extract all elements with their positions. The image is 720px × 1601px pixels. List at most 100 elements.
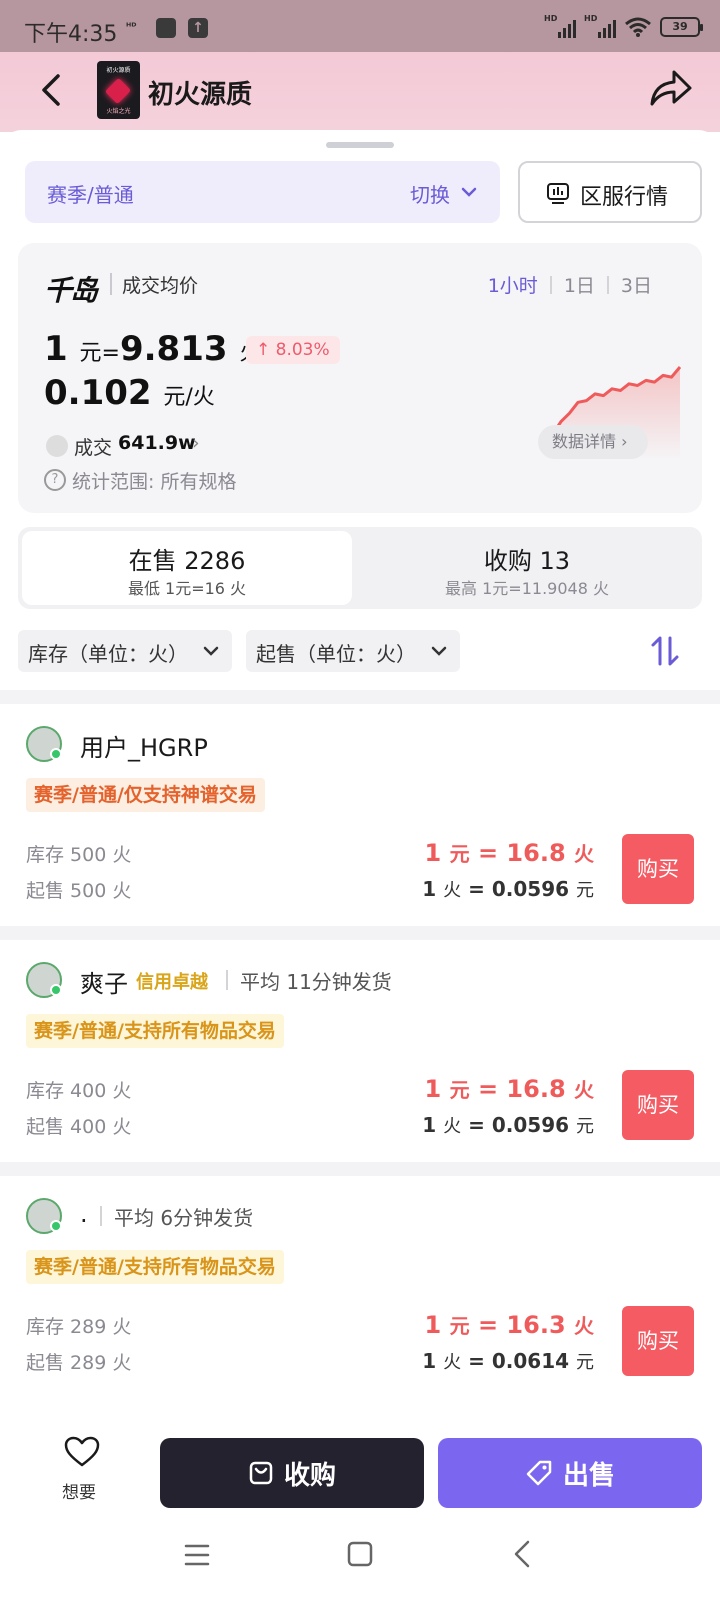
acquire-label: 收购	[283, 1460, 336, 1491]
sell-button-content: 出售	[438, 1438, 702, 1508]
heart-icon[interactable]	[64, 1436, 100, 1468]
volume-avatar-icon	[46, 435, 68, 457]
min-sale-text: 起售 500 火	[26, 880, 132, 902]
min-sale-text: 起售 400 火	[26, 1116, 132, 1138]
app-header: 初火源质 火焰之光 初火源质	[0, 52, 720, 132]
season-label: 赛季/普通	[47, 183, 134, 207]
buy-button[interactable]: 购买	[622, 1070, 694, 1140]
avg-ship-time: 平均 6分钟发货	[114, 1206, 254, 1230]
chevron-down-icon	[203, 646, 219, 656]
server-market-label: 区服行情	[580, 185, 669, 210]
price-part: = 16.3	[469, 1311, 574, 1339]
question-icon[interactable]: ?	[44, 469, 66, 491]
server-market-button[interactable]: 区服行情	[518, 161, 702, 223]
scope-label: 统计范围: 所有规格	[72, 471, 237, 493]
range-tab-1h[interactable]: 1小时	[476, 271, 550, 298]
bottom-action-bar: 想要 收购 出售	[0, 1428, 720, 1516]
credit-badge: 信用卓越	[136, 972, 208, 993]
seller-name[interactable]: 爽子	[80, 964, 128, 999]
online-indicator	[50, 984, 62, 996]
price-part: 元	[449, 1078, 470, 1102]
tab-on-sale-title: 在售 2286	[128, 547, 246, 575]
thumbnail-title: 初火源质	[106, 67, 131, 74]
price-part: 元	[576, 1352, 594, 1373]
share-icon[interactable]	[644, 66, 694, 112]
min-sale-text: 起售 289 火	[26, 1352, 132, 1374]
trade-tag: 赛季/普通/仅支持神谱交易	[26, 778, 265, 812]
listing-card[interactable]: 爽子 信用卓越 平均 11分钟发货 赛季/普通/支持所有物品交易 库存 400 …	[0, 940, 720, 1162]
price-part: 火	[443, 1116, 462, 1137]
app-notification-icon	[156, 18, 176, 38]
min-sale-filter-dropdown[interactable]: 起售（单位：火）	[246, 630, 460, 672]
price-part: 火	[574, 842, 594, 866]
avg-ship-time: 平均 11分钟发货	[240, 970, 392, 994]
tab-buy-sub: 最高 1元=11.9048 火	[445, 579, 609, 598]
price-part: = 0.0596	[461, 877, 576, 901]
min-sale-filter-label: 起售（单位：火）	[256, 642, 416, 666]
divider	[100, 1206, 102, 1226]
tag-icon	[526, 1460, 552, 1486]
sell-button[interactable]: 出售	[438, 1438, 702, 1508]
price-part: 元	[576, 1116, 594, 1137]
listing-card[interactable]: . 平均 6分钟发货 赛季/普通/支持所有物品交易 库存 289 火 起售 28…	[0, 1176, 720, 1406]
price-part: 元	[449, 842, 470, 866]
market-chart-icon	[547, 183, 569, 204]
section-gap	[0, 926, 720, 940]
stock-filter-dropdown[interactable]: 库存（单位：火）	[18, 630, 232, 672]
exchange-rate: 1 元=9.813 火	[44, 329, 261, 369]
section-gap	[0, 690, 720, 704]
price-part: = 0.0614	[461, 1349, 576, 1373]
menu-icon[interactable]	[184, 1542, 210, 1568]
sheet-grabber[interactable]	[326, 142, 394, 148]
price-part: = 16.8	[469, 1075, 574, 1103]
price-per-unit: 1 火 = 0.0596 元	[422, 1112, 594, 1138]
acquire-button[interactable]: 收购	[160, 1438, 424, 1508]
home-icon[interactable]	[346, 1540, 374, 1568]
buy-button[interactable]: 购买	[622, 834, 694, 904]
item-thumbnail: 初火源质 火焰之光	[97, 61, 140, 119]
price-part: 1	[422, 877, 444, 901]
thumbnail-subtitle: 火焰之光	[106, 108, 131, 115]
tab-buy-orders[interactable]: 收购 13 最高 1元=11.9048 火	[356, 531, 698, 605]
seller-name[interactable]: 用户_HGRP	[80, 728, 208, 763]
price-per-yuan: 1 元 = 16.8 火	[425, 838, 594, 867]
price-per-yuan: 1 元 = 16.8 火	[425, 1074, 594, 1103]
price-part: 1	[424, 1075, 442, 1103]
data-detail-button[interactable]: 数据详情 ›	[538, 425, 648, 459]
price-per-unit: 1 火 = 0.0596 元	[422, 876, 594, 902]
chevron-down-icon	[431, 646, 447, 656]
unit-price: 0.102 元/火	[44, 373, 215, 413]
price-part: 火	[574, 1078, 594, 1102]
season-selector[interactable]: 赛季/普通 切换	[25, 161, 500, 223]
sort-icon[interactable]	[650, 634, 680, 668]
tab-on-sale-sub: 最低 1元=16 火	[127, 579, 247, 598]
listing-card[interactable]: 用户_HGRP 赛季/普通/仅支持神谱交易 库存 500 火 起售 500 火 …	[0, 704, 720, 926]
rate-value-2: 9.813	[119, 329, 228, 369]
volume-value[interactable]: 641.9w	[118, 432, 196, 454]
battery-icon: 39	[660, 17, 703, 37]
seller-name[interactable]: .	[80, 1200, 88, 1228]
divider	[226, 970, 228, 990]
online-indicator	[50, 1220, 62, 1232]
tab-on-sale[interactable]: 在售 2286 最低 1元=16 火	[22, 531, 352, 605]
range-tab-3d[interactable]: 3日	[609, 271, 664, 298]
price-part: 火	[574, 1314, 594, 1338]
price-card: 千岛 成交均价 1小时 1日 3日 1 元=9.813 火 ↑ 8.03% 0.…	[18, 243, 702, 513]
unit-price-value: 0.102	[44, 373, 152, 413]
price-part: 1	[424, 1311, 442, 1339]
back-icon[interactable]	[508, 1538, 536, 1570]
rate-unit: 元	[79, 341, 102, 366]
back-arrow-icon[interactable]	[30, 68, 74, 112]
price-part: 1	[422, 1349, 444, 1373]
wish-label[interactable]: 想要	[62, 1478, 96, 1503]
avg-price-label: 成交均价	[122, 275, 199, 297]
range-tab-1d[interactable]: 1日	[552, 271, 607, 298]
online-indicator	[50, 748, 62, 760]
price-part: = 0.0596	[461, 1113, 576, 1137]
stock-text: 库存 289 火	[26, 1316, 132, 1338]
chevron-right-icon[interactable]: ›	[192, 432, 200, 454]
trade-tag: 赛季/普通/支持所有物品交易	[26, 1014, 284, 1048]
bag-icon	[249, 1461, 273, 1485]
buy-button[interactable]: 购买	[622, 1306, 694, 1376]
page-title: 初火源质	[148, 80, 253, 110]
